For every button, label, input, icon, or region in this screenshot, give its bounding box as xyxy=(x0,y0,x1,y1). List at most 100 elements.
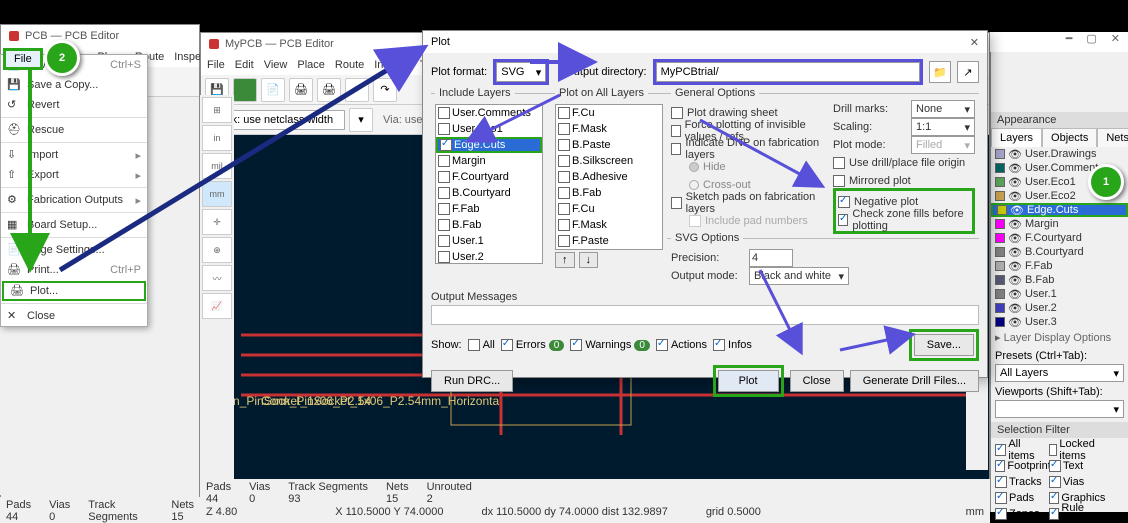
layer-item[interactable]: B.Paste xyxy=(556,137,662,153)
menu-rescue[interactable]: ⛑Rescue xyxy=(1,120,147,140)
layer-display-options[interactable]: ▸ Layer Display Options xyxy=(991,329,1128,346)
menu-page-settings[interactable]: 📄Page Settings... xyxy=(1,240,147,260)
board-setup-icon[interactable] xyxy=(233,78,257,102)
layer-item[interactable]: F.Cu xyxy=(556,105,662,121)
layer-row[interactable]: 👁B.Courtyard xyxy=(991,245,1128,259)
filter-all[interactable]: All items xyxy=(995,442,1047,458)
units-mil-icon[interactable]: mil xyxy=(202,153,232,179)
menu-export[interactable]: ⇧Export▸ xyxy=(1,165,147,185)
layer-row[interactable]: 👁User.Drawings xyxy=(991,147,1128,161)
layer-item[interactable]: User.2 xyxy=(436,249,542,264)
layer-row[interactable]: 👁F.Fab xyxy=(991,259,1128,273)
show-infos[interactable]: Infos xyxy=(713,339,752,351)
filter-zones[interactable]: Zones xyxy=(995,506,1047,522)
show-warnings[interactable]: Warnings0 xyxy=(570,339,650,351)
ratsnest-icon[interactable]: 〰 xyxy=(202,265,232,291)
units-mm-icon[interactable]: mm xyxy=(202,181,232,207)
layer-item[interactable]: F.Fab xyxy=(436,201,542,217)
precision-input[interactable]: 4 xyxy=(749,249,793,267)
layer-item[interactable]: F.Paste xyxy=(556,233,662,249)
presets-dd[interactable]: All Layers▾ xyxy=(995,364,1124,382)
open-dir-icon[interactable]: ↗ xyxy=(957,61,979,83)
close-button[interactable]: Close xyxy=(790,370,844,392)
close-icon[interactable]: ✕ xyxy=(970,36,979,49)
run-drc-button[interactable]: Run DRC... xyxy=(431,370,513,392)
layer-row[interactable]: 👁User.2 xyxy=(991,301,1128,315)
opt-sketch-pads[interactable]: Sketch pads on fabrication layers xyxy=(671,194,825,212)
filter-vias[interactable]: Vias xyxy=(1049,474,1101,490)
menu-import[interactable]: ⇩Import▸ xyxy=(1,145,147,165)
layer-row-edgecuts[interactable]: 👁Edge.Cuts xyxy=(991,203,1128,217)
grid-icon[interactable]: ⊞ xyxy=(202,97,232,123)
viewports-dd[interactable]: ▾ xyxy=(995,400,1124,418)
graph-icon[interactable]: 📈 xyxy=(202,293,232,319)
drill-marks-dd[interactable]: None▾ xyxy=(911,100,975,118)
output-dir-input[interactable]: MyPCBtrial/ xyxy=(656,62,920,82)
filter-tracks[interactable]: Tracks xyxy=(995,474,1047,490)
save-button[interactable]: Save... xyxy=(914,334,974,356)
opt-checkzone[interactable]: Check zone fills before plotting xyxy=(838,211,970,229)
menu-inspect[interactable]: Inspect xyxy=(374,59,409,71)
layer-item[interactable]: User.1 xyxy=(436,233,542,249)
menu-save-copy[interactable]: 💾Save a Copy... xyxy=(1,75,147,95)
layer-item[interactable]: F.Mask xyxy=(556,217,662,233)
include-layers-list[interactable]: User.Comments User.Eco1 Edge.Cuts Margin… xyxy=(435,104,543,264)
layer-item[interactable]: B.Fab xyxy=(436,217,542,233)
print-icon[interactable]: 🖨 xyxy=(289,78,313,102)
layer-row[interactable]: 👁User.3 xyxy=(991,315,1128,329)
cursor-icon[interactable]: ✛ xyxy=(202,209,232,235)
menu-revert[interactable]: ↺Revert xyxy=(1,95,147,115)
menu-fabrication[interactable]: ⚙Fabrication Outputs▸ xyxy=(1,190,147,210)
via-dd[interactable]: ▾ xyxy=(349,108,373,132)
browse-dir-icon[interactable]: 📁 xyxy=(929,61,951,83)
layer-item[interactable]: B.Courtyard xyxy=(436,185,542,201)
menu-plot[interactable]: 🖨Plot... xyxy=(2,281,146,301)
plot-button[interactable]: Plot xyxy=(718,370,779,392)
menu-edit[interactable]: Edit xyxy=(235,59,254,71)
plot-format-dropdown[interactable]: SVG▾ xyxy=(496,62,546,82)
filter-text[interactable]: Text xyxy=(1049,458,1101,474)
layer-row[interactable]: 👁B.Fab xyxy=(991,273,1128,287)
move-up-icon[interactable]: ↑ xyxy=(555,252,575,268)
show-actions[interactable]: Actions xyxy=(656,339,707,351)
filter-locked[interactable]: Locked items xyxy=(1049,442,1101,458)
tab-nets[interactable]: Nets xyxy=(1097,128,1128,147)
menu-board-setup[interactable]: ▦Board Setup... xyxy=(1,215,147,235)
show-all[interactable]: All xyxy=(468,339,495,351)
layer-item[interactable]: F.Mask xyxy=(556,121,662,137)
layer-item-edgecuts[interactable]: Edge.Cuts xyxy=(436,137,542,153)
file-tab-open[interactable]: File xyxy=(3,48,43,70)
polar-icon[interactable]: ⊕ xyxy=(202,237,232,263)
plot-icon[interactable]: 🖨 xyxy=(317,78,341,102)
filter-pads[interactable]: Pads xyxy=(995,490,1047,506)
undo-icon[interactable]: ↶ xyxy=(345,78,369,102)
tab-layers[interactable]: Layers xyxy=(991,128,1042,147)
menu-print[interactable]: 🖨Print...Ctrl+P xyxy=(1,260,147,280)
minimize-icon[interactable]: ━ xyxy=(1066,32,1073,52)
menu-view[interactable]: View xyxy=(264,59,288,71)
plot-on-list[interactable]: F.Cu F.Mask B.Paste B.Silkscreen B.Adhes… xyxy=(555,104,663,250)
close-icon[interactable]: ✕ xyxy=(1111,32,1120,52)
outmode-dd[interactable]: Black and white▾ xyxy=(749,267,849,285)
gen-drill-button[interactable]: Generate Drill Files... xyxy=(850,370,979,392)
layer-item[interactable]: User.Comments xyxy=(436,105,542,121)
layer-item[interactable]: F.Cu xyxy=(556,201,662,217)
show-errors[interactable]: Errors0 xyxy=(501,339,565,351)
plotmode-dd[interactable]: Filled▾ xyxy=(911,136,975,154)
layer-item[interactable]: User.Eco1 xyxy=(436,121,542,137)
layer-item[interactable]: Margin xyxy=(436,153,542,169)
tab-objects[interactable]: Objects xyxy=(1042,128,1097,147)
layer-item[interactable]: B.Silkscreen xyxy=(556,153,662,169)
menu-close[interactable]: ✕Close xyxy=(1,306,147,326)
maximize-icon[interactable]: ▢ xyxy=(1086,32,1096,52)
layer-row[interactable]: 👁User.1 xyxy=(991,287,1128,301)
units-in-icon[interactable]: in xyxy=(202,125,232,151)
redo-icon[interactable]: ↷ xyxy=(373,78,397,102)
page-icon[interactable]: 📄 xyxy=(261,78,285,102)
menu-file[interactable]: File xyxy=(207,59,225,71)
layer-row[interactable]: 👁Margin xyxy=(991,217,1128,231)
opt-dnp[interactable]: Indicate DNP on fabrication layers xyxy=(671,140,825,158)
layer-item[interactable]: B.Fab xyxy=(556,185,662,201)
move-down-icon[interactable]: ↓ xyxy=(579,252,599,268)
layer-item[interactable]: F.Courtyard xyxy=(436,169,542,185)
